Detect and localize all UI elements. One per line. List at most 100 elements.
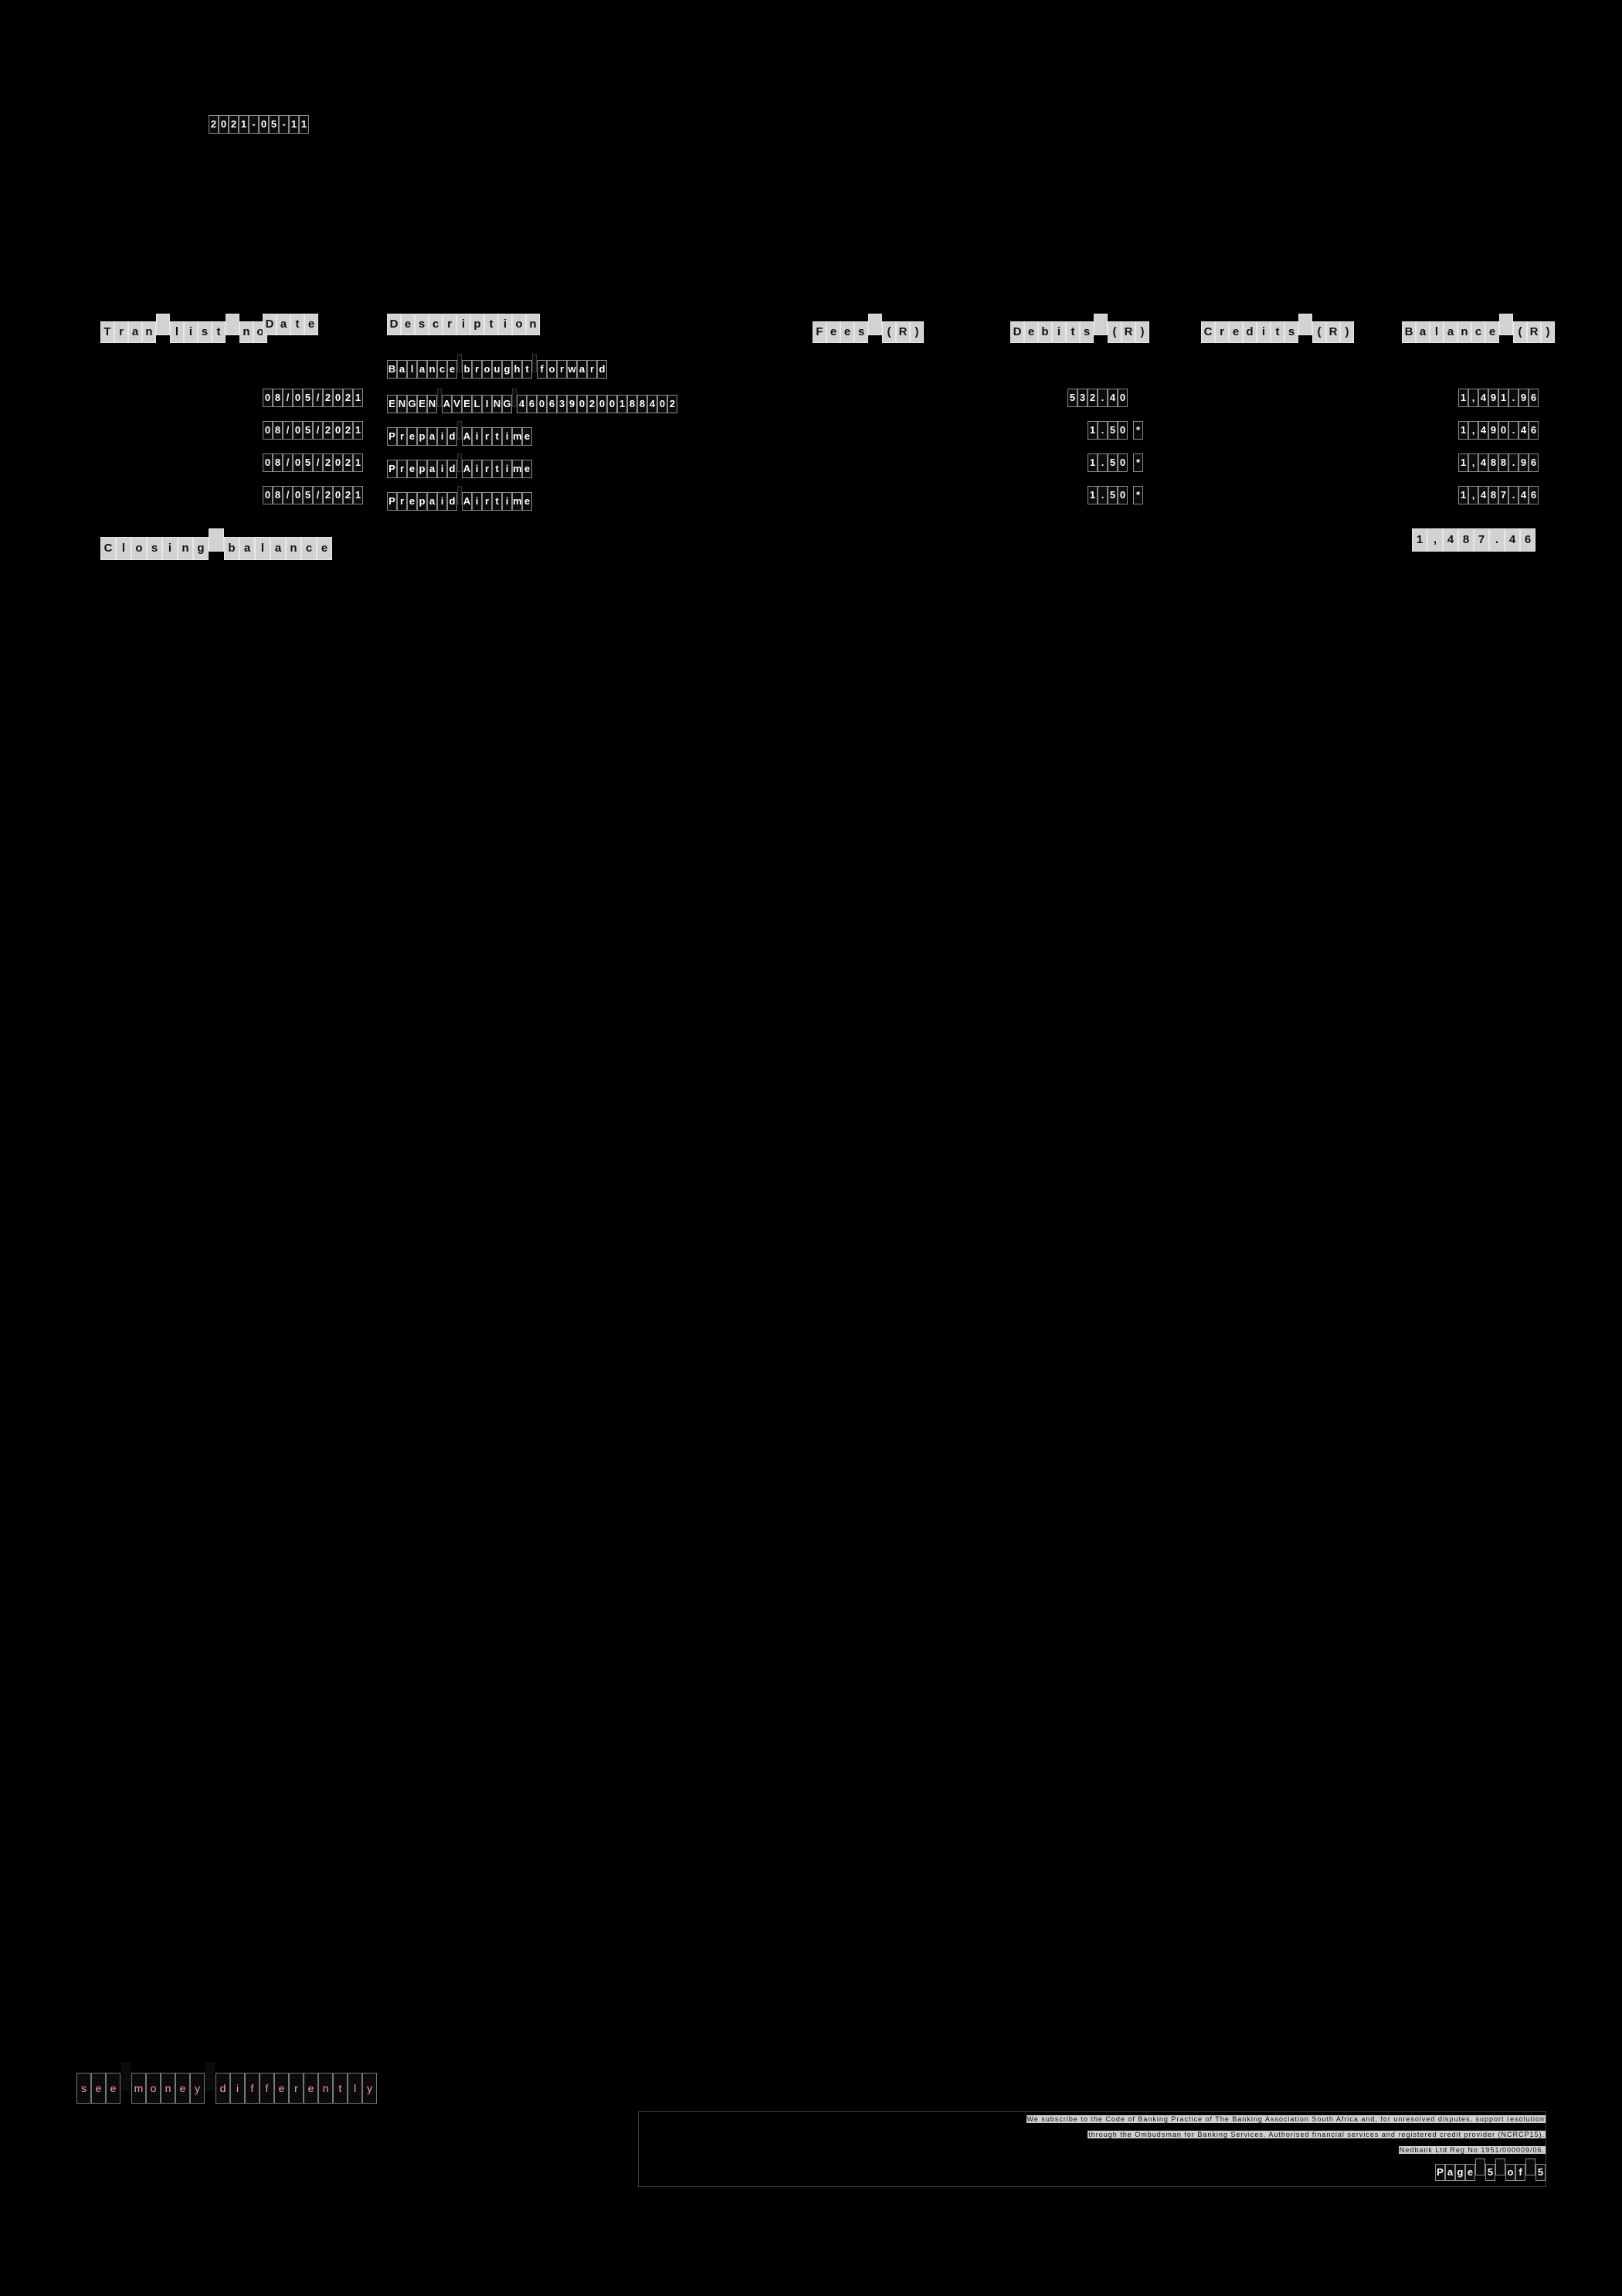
glyph-tile: C (100, 537, 116, 560)
glyph-tile: c (301, 537, 317, 560)
glyph-tile: o (131, 537, 147, 560)
glyph-tile: 9 (1519, 389, 1529, 407)
row-debit: 1.501.50 (1088, 421, 1128, 440)
glyph-tile: / (283, 389, 293, 407)
legal-line: Nedbank Ltd Reg No 1951/000009/06. (1398, 2146, 1546, 2154)
glyph-tile: 9 (1488, 389, 1498, 407)
glyph-tile: 6 (1529, 453, 1539, 472)
glyph-tile: t (1066, 321, 1080, 343)
glyph-tile: 1 (1458, 486, 1468, 504)
glyph-tile: , (1427, 528, 1443, 552)
glyph-tile: E (462, 395, 472, 413)
glyph-tile: 9 (1519, 453, 1529, 472)
glyph-tile: t (522, 360, 532, 379)
glyph-tile: 8 (273, 486, 283, 504)
glyph-tile: e (1024, 321, 1038, 343)
glyph-tile: 4 (517, 395, 527, 413)
glyph-tile: m (512, 427, 522, 446)
glyph-tile: R (1527, 321, 1541, 343)
glyph-tile: r (1215, 321, 1229, 343)
glyph-tile: 4 (1478, 421, 1488, 440)
glyph-tile: / (313, 389, 323, 407)
glyph-tile: 1 (617, 395, 627, 413)
header-debits: Debits (R)Debits(R) (1010, 314, 1149, 343)
glyph-tile: V (452, 395, 462, 413)
glyph-tile: a (239, 537, 255, 560)
glyph-tile: , (1468, 486, 1478, 504)
row-fee-marker: ** (1133, 453, 1143, 472)
glyph-tile: e (91, 2073, 106, 2104)
glyph-tile: o (547, 360, 557, 379)
glyph-tile: i (498, 314, 512, 335)
glyph-tile: 4 (1108, 389, 1118, 407)
glyph-tile: T (100, 321, 114, 343)
glyph-tile: s (198, 321, 212, 343)
glyph-tile: 7 (1498, 486, 1508, 504)
row-fee-marker: ** (1133, 486, 1143, 504)
glyph-tile: 1 (299, 115, 309, 134)
glyph-tile: n (239, 321, 253, 343)
glyph-tile: r (443, 314, 456, 335)
glyph-tile: E (417, 395, 427, 413)
glyph-tile: 6 (1529, 389, 1539, 407)
glyph-tile: 6 (547, 395, 557, 413)
glyph-tile: 0 (1118, 389, 1128, 407)
glyph-tile: e (274, 2073, 289, 2104)
glyph-tile: 4 (1478, 453, 1488, 472)
glyph-tile: B (1402, 321, 1416, 343)
glyph-tile: 2 (323, 453, 333, 472)
glyph-tile: 9 (1488, 421, 1498, 440)
glyph-tile: * (1133, 453, 1143, 472)
glyph-tile: f (260, 2073, 274, 2104)
glyph-tile: 7 (1474, 528, 1489, 552)
header-credits: Credits (R)Credits(R) (1201, 314, 1354, 343)
glyph-tile: 4 (1478, 389, 1488, 407)
glyph-tile: 0 (1118, 421, 1128, 440)
glyph-tile: a (277, 314, 290, 335)
glyph-tile: o (146, 2073, 161, 2104)
header-description: DescriptionDescription (387, 314, 540, 335)
glyph-tile (205, 2061, 215, 2092)
glyph-tile: 2 (343, 389, 353, 407)
glyph-tile: c (437, 360, 447, 379)
glyph-tile: 1 (353, 389, 363, 407)
glyph-tile: 8 (1488, 486, 1498, 504)
glyph-tile: 8 (1488, 453, 1498, 472)
glyph-tile (1475, 2158, 1485, 2175)
glyph-tile: 5 (1108, 421, 1118, 440)
glyph-tile: p (417, 492, 427, 511)
glyph-tile: g (1455, 2164, 1465, 2181)
glyph-tile: . (1489, 528, 1505, 552)
glyph-tile: a (427, 460, 437, 478)
glyph-tile: e (407, 460, 417, 478)
glyph-tile: 0 (263, 486, 273, 504)
glyph-tile: 1 (1458, 453, 1468, 472)
row-debit: 1.501.50 (1088, 486, 1128, 504)
glyph-tile: s (76, 2073, 91, 2104)
glyph-tile: h (512, 360, 522, 379)
glyph-tile: o (1505, 2164, 1515, 2181)
glyph-tile: i (502, 492, 512, 511)
glyph-tile: 0 (1498, 421, 1508, 440)
glyph-tile: 6 (1520, 528, 1535, 552)
glyph-tile: r (472, 360, 482, 379)
glyph-tile: b (224, 537, 239, 560)
glyph-tile: p (417, 427, 427, 446)
glyph-tile: 0 (293, 453, 303, 472)
glyph-tile: a (1416, 321, 1430, 343)
glyph-tile: l (407, 360, 417, 379)
glyph-tile: e (522, 460, 532, 478)
glyph-tile: - (249, 115, 259, 134)
row-debit: 1.501.50 (1088, 453, 1128, 472)
glyph-tile: / (313, 453, 323, 472)
glyph-tile (209, 528, 224, 552)
row-description: Balance brought forwardBalancebroughtfor… (387, 354, 607, 379)
glyph-tile: 0 (607, 395, 617, 413)
glyph-tile: 0 (333, 389, 343, 407)
glyph-tile: i (437, 492, 447, 511)
glyph-tile: 5 (303, 389, 313, 407)
glyph-tile: 5 (1485, 2164, 1495, 2181)
glyph-tile: i (1257, 321, 1271, 343)
glyph-tile: ) (1135, 321, 1149, 343)
glyph-tile: e (1465, 2164, 1475, 2181)
